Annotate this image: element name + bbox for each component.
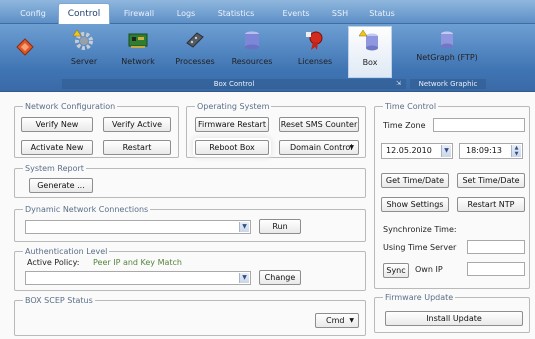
licenses-icon <box>304 29 326 51</box>
tab-ssh[interactable]: SSH <box>326 6 354 24</box>
spin-updown-icon[interactable]: ▲ ▼ <box>511 145 521 157</box>
tab-statistics[interactable]: Statistics <box>212 6 260 24</box>
date-value: 12.05.2010 <box>386 146 432 155</box>
date-picker[interactable]: 12.05.2010 ▼ <box>381 143 453 159</box>
dynamic-connections-select[interactable]: ▼ <box>25 220 251 234</box>
ribbon-toolbar: Server Network Processes Resources Licen… <box>0 24 535 92</box>
ribbon-group-label-box-control: Box Control <box>62 79 406 89</box>
time-zone-label: Time Zone <box>383 121 426 130</box>
control-panel-content: Network Configuration Verify New Verify … <box>0 92 535 339</box>
ribbon-licenses-button[interactable]: Licenses <box>290 26 340 78</box>
verify-new-button[interactable]: Verify New <box>21 117 93 132</box>
run-button[interactable]: Run <box>259 219 301 234</box>
dialog-launcher-icon[interactable]: ⇲ <box>396 80 404 88</box>
authentication-level-group: Authentication Level Active Policy: Peer… <box>14 247 366 291</box>
restart-ntp-button[interactable]: Restart NTP <box>457 197 525 212</box>
own-ip-field[interactable] <box>467 262 525 276</box>
get-time-date-button[interactable]: Get Time/Date <box>381 173 449 188</box>
tab-config[interactable]: Config <box>14 6 52 24</box>
restart-button[interactable]: Restart <box>103 140 171 155</box>
app-window: Config Control Firewall Logs Statistics … <box>0 0 535 339</box>
firmware-update-title: Firmware Update <box>383 293 456 303</box>
dynamic-network-connections-title: Dynamic Network Connections <box>23 205 151 215</box>
box-scep-status-group: BOX SCEP Status Cmd ▼ <box>14 296 366 336</box>
cmd-label: Cmd <box>326 316 345 325</box>
sync-button[interactable]: Sync <box>383 263 409 278</box>
tab-status[interactable]: Status <box>364 6 400 24</box>
ribbon-group-label-network-graphic: Network Graphic <box>410 79 486 89</box>
ribbon-processes-button[interactable]: Processes <box>170 26 220 78</box>
chevron-down-icon[interactable]: ▼ <box>239 222 249 232</box>
firmware-update-group: Firmware Update Install Update <box>374 293 530 333</box>
tab-logs[interactable]: Logs <box>170 6 202 24</box>
dynamic-network-connections-group: Dynamic Network Connections ▼ Run <box>14 205 366 242</box>
operating-system-group: Operating System Firmware Restart Reset … <box>186 102 366 158</box>
authentication-level-title: Authentication Level <box>23 247 110 257</box>
tab-firewall[interactable]: Firewall <box>116 6 162 24</box>
tab-events[interactable]: Events <box>276 6 316 24</box>
network-configuration-title: Network Configuration <box>23 102 118 112</box>
own-ip-label: Own IP <box>415 265 443 274</box>
reboot-box-button[interactable]: Reboot Box <box>195 140 269 155</box>
system-report-title: System Report <box>23 164 86 174</box>
system-report-group: System Report Generate ... <box>14 164 366 198</box>
resources-icon <box>241 29 263 51</box>
chevron-down-icon[interactable]: ▼ <box>239 273 249 283</box>
time-server-field[interactable] <box>467 240 525 254</box>
operating-system-title: Operating System <box>195 102 272 112</box>
time-control-title: Time Control <box>383 102 439 112</box>
set-time-date-button[interactable]: Set Time/Date <box>457 173 525 188</box>
ribbon-server-button[interactable]: Server <box>62 26 106 78</box>
firmware-restart-button[interactable]: Firmware Restart <box>195 117 269 132</box>
box-scep-status-title: BOX SCEP Status <box>23 296 95 306</box>
chevron-down-icon: ▼ <box>349 317 354 324</box>
box-icon <box>358 29 381 52</box>
time-value: 18:09:13 <box>466 146 502 155</box>
show-settings-button[interactable]: Show Settings <box>381 197 449 212</box>
domain-control-button[interactable]: Domain Control ▼ <box>279 140 359 155</box>
ribbon-resources-button[interactable]: Resources <box>226 26 278 78</box>
ribbon-netgraph-button[interactable]: NetGraph (FTP) <box>414 26 480 78</box>
active-policy-label: Active Policy: <box>27 258 80 267</box>
policy-select[interactable]: ▼ <box>25 271 251 285</box>
gear-icon <box>72 29 95 51</box>
generate-report-button[interactable]: Generate ... <box>29 178 93 193</box>
processes-icon <box>184 29 206 51</box>
using-time-server-label: Using Time Server <box>383 243 457 252</box>
network-configuration-group: Network Configuration Verify New Verify … <box>14 102 179 158</box>
domain-control-label: Domain Control <box>290 143 353 152</box>
activate-new-button[interactable]: Activate New <box>21 140 93 155</box>
reset-sms-counter-button[interactable]: Reset SMS Counter <box>279 117 359 132</box>
synchronize-time-label: Synchronize Time: <box>383 225 457 234</box>
time-control-group: Time Control Time Zone 12.05.2010 ▼ 18:0… <box>374 102 530 289</box>
active-policy-value: Peer IP and Key Match <box>93 258 182 267</box>
ribbon-box-button[interactable]: Box <box>348 26 392 78</box>
time-spinner[interactable]: 18:09:13 ▲ ▼ <box>459 143 523 159</box>
ribbon-network-button[interactable]: Network <box>116 26 160 78</box>
cmd-dropdown-button[interactable]: Cmd ▼ <box>315 313 359 328</box>
netgraph-icon <box>436 29 458 51</box>
tab-control[interactable]: Control <box>58 3 110 25</box>
verify-active-button[interactable]: Verify Active <box>103 117 171 132</box>
calendar-dropdown-icon[interactable]: ▼ <box>441 145 451 157</box>
navigate-arrows-icon[interactable] <box>16 38 34 56</box>
chevron-down-icon: ▼ <box>349 144 354 151</box>
network-card-icon <box>127 29 149 51</box>
time-zone-field[interactable] <box>433 118 525 132</box>
install-update-button[interactable]: Install Update <box>385 311 523 326</box>
main-tab-bar: Config Control Firewall Logs Statistics … <box>0 0 535 25</box>
change-policy-button[interactable]: Change <box>259 270 301 285</box>
